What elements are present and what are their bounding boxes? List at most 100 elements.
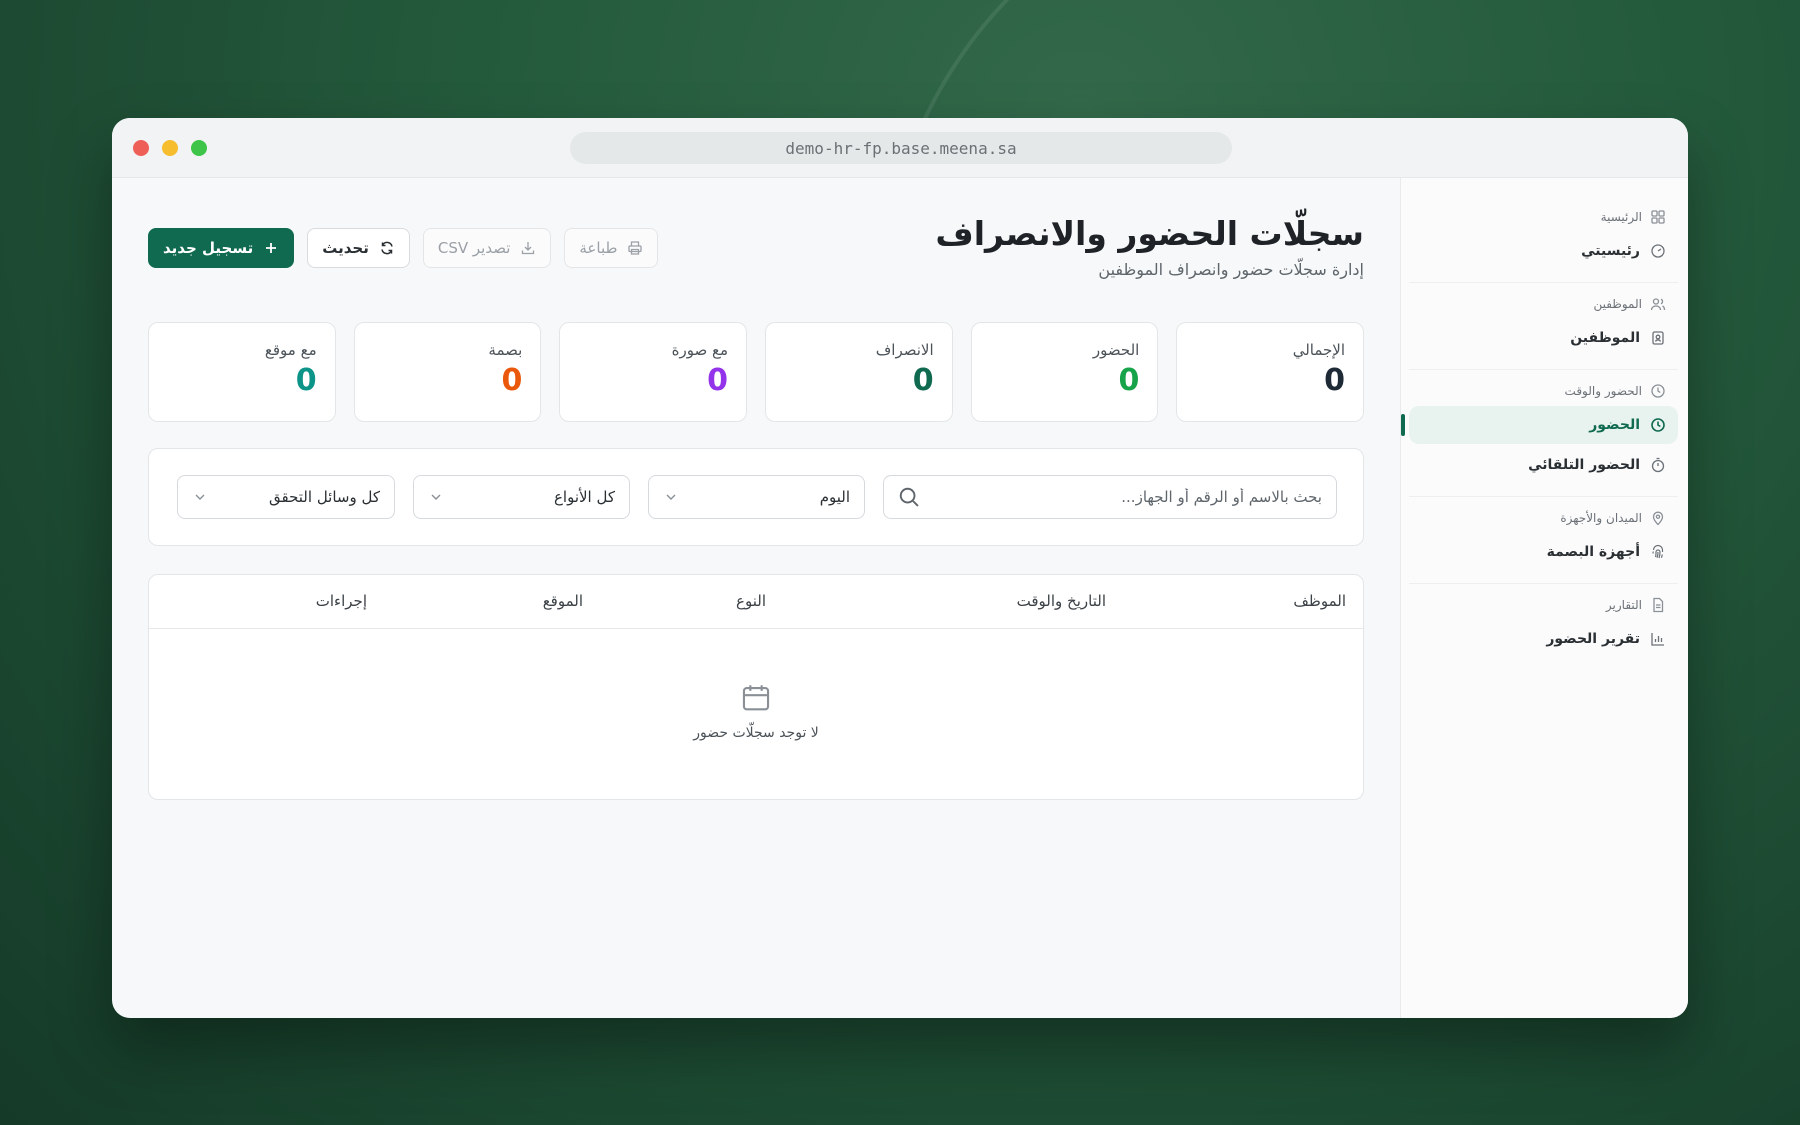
- stat-card-total: الإجمالي 0: [1176, 322, 1364, 422]
- main-content: سجلّات الحضور والانصراف إدارة سجلّات حضو…: [112, 178, 1400, 1018]
- page-heading-block: سجلّات الحضور والانصراف إدارة سجلّات حضو…: [935, 212, 1364, 279]
- search-input[interactable]: [920, 488, 1322, 506]
- file-icon: [1650, 597, 1666, 613]
- sidebar-item-attendance-report[interactable]: تقرير الحضور: [1409, 620, 1678, 658]
- stat-card-with-location: مع موقع 0: [147, 322, 336, 422]
- stat-value: 0: [912, 363, 934, 398]
- empty-state: لا توجد سجلّات حضور: [149, 629, 1363, 741]
- id-badge-icon: [1650, 330, 1666, 346]
- toolbar: طباعة تصدير CSV تحديث تسجيل جديد: [148, 228, 659, 268]
- sidebar-item-label: الموظفين: [1570, 330, 1640, 346]
- sidebar-item-label: رئيسيتي: [1581, 243, 1640, 259]
- verification-filter-value: كل وسائل التحقق: [269, 488, 380, 506]
- sidebar-heading: التقارير: [1409, 592, 1678, 618]
- new-record-button-label: تسجيل جديد: [163, 239, 254, 257]
- sidebar-group-attendance: الحضور والوقت الحضور الحضور التلقائي: [1401, 370, 1678, 497]
- calendar-icon: [739, 681, 773, 715]
- stat-label: مع صورة: [671, 341, 728, 359]
- sidebar: الرئيسية رئيسيتي الموظفين الموظفين الحضو…: [1400, 178, 1688, 1018]
- search-box[interactable]: [883, 475, 1337, 519]
- plus-icon: [263, 240, 279, 256]
- type-filter-select[interactable]: كل الأنواع: [413, 475, 630, 519]
- page-subtitle: إدارة سجلّات حضور وانصراف الموظفين: [1098, 260, 1364, 279]
- timer-icon: [1650, 457, 1666, 473]
- sidebar-group-reports: التقارير تقرير الحضور: [1409, 584, 1678, 670]
- download-icon: [520, 240, 536, 256]
- stat-value: 0: [1324, 363, 1345, 398]
- refresh-button[interactable]: تحديث: [307, 228, 410, 268]
- sidebar-heading: الميدان والأجهزة: [1409, 505, 1678, 531]
- sidebar-item-label: الحضور التلقائي: [1528, 457, 1640, 473]
- column-header-actions: إجراءات: [315, 592, 367, 610]
- sidebar-heading-label: الموظفين: [1593, 297, 1642, 311]
- sidebar-item-employees[interactable]: الموظفين: [1409, 319, 1678, 357]
- print-button[interactable]: طباعة: [564, 228, 659, 268]
- chevron-down-icon: [428, 489, 444, 505]
- sidebar-heading-label: الرئيسية: [1600, 210, 1642, 224]
- page-title: سجلّات الحضور والانصراف: [935, 214, 1364, 253]
- sidebar-heading: الموظفين: [1409, 291, 1678, 317]
- users-icon: [1650, 296, 1666, 312]
- clock-icon: [1650, 417, 1666, 433]
- sidebar-group-field-devices: الميدان والأجهزة أجهزة البصمة: [1409, 497, 1678, 584]
- search-icon: [898, 486, 920, 508]
- maximize-window-button[interactable]: [191, 140, 207, 156]
- stat-card-fingerprint: بصمة 0: [353, 322, 542, 422]
- export-csv-button[interactable]: تصدير CSV: [422, 228, 552, 268]
- sidebar-item-fingerprint-devices[interactable]: أجهزة البصمة: [1409, 533, 1678, 571]
- filters-panel: اليوم كل الأنواع كل وسائل التحقق: [148, 448, 1364, 546]
- title-bar: demo-hr-fp.base.meena.sa: [112, 118, 1688, 178]
- chevron-down-icon: [192, 489, 208, 505]
- stats-row: الإجمالي 0 الحضور 0 الانصراف 0 مع صورة 0…: [147, 322, 1364, 422]
- date-filter-select[interactable]: اليوم: [648, 475, 865, 519]
- date-filter-value: اليوم: [819, 488, 850, 506]
- sidebar-item-label: الحضور: [1589, 417, 1640, 433]
- sidebar-heading-label: الميدان والأجهزة: [1560, 511, 1642, 525]
- verification-filter-select[interactable]: كل وسائل التحقق: [177, 475, 395, 519]
- sidebar-group-employees: الموظفين الموظفين: [1409, 283, 1678, 370]
- refresh-icon: [379, 240, 395, 256]
- export-csv-button-label: تصدير CSV: [437, 239, 511, 257]
- sidebar-heading-label: التقارير: [1605, 598, 1642, 612]
- column-header-datetime[interactable]: التاريخ والوقت: [1017, 592, 1106, 610]
- column-header-employee[interactable]: الموظف: [1293, 592, 1346, 610]
- sidebar-item-label: أجهزة البصمة: [1546, 544, 1640, 560]
- column-header-type[interactable]: النوع: [736, 592, 766, 610]
- minimize-window-button[interactable]: [162, 140, 178, 156]
- fingerprint-icon: [1650, 544, 1666, 560]
- map-pin-icon: [1650, 510, 1666, 526]
- sidebar-item-my-home[interactable]: رئيسيتي: [1409, 232, 1678, 270]
- type-filter-value: كل الأنواع: [553, 488, 615, 506]
- sidebar-heading: الرئيسية: [1409, 204, 1678, 230]
- stat-card-with-photo: مع صورة 0: [559, 322, 747, 422]
- gauge-icon: [1650, 243, 1666, 259]
- stat-value: 0: [501, 363, 523, 398]
- page-header: سجلّات الحضور والانصراف إدارة سجلّات حضو…: [148, 212, 1364, 312]
- browser-window: demo-hr-fp.base.meena.sa الرئيسية رئيسيت…: [112, 118, 1688, 1018]
- empty-state-text: لا توجد سجلّات حضور: [693, 725, 819, 741]
- sidebar-heading-label: الحضور والوقت: [1564, 384, 1642, 398]
- stat-label: الانصراف: [875, 341, 934, 359]
- sidebar-item-attendance[interactable]: الحضور: [1401, 406, 1678, 444]
- chevron-down-icon: [663, 489, 679, 505]
- address-bar[interactable]: demo-hr-fp.base.meena.sa: [570, 132, 1232, 164]
- column-header-location[interactable]: الموقع: [543, 592, 583, 610]
- print-button-label: طباعة: [579, 239, 618, 257]
- sidebar-item-label: تقرير الحضور: [1546, 631, 1640, 647]
- sidebar-item-auto-attendance[interactable]: الحضور التلقائي: [1409, 446, 1678, 484]
- refresh-button-label: تحديث: [322, 239, 369, 257]
- stat-label: مع موقع: [264, 341, 317, 359]
- sidebar-heading: الحضور والوقت: [1409, 378, 1678, 404]
- stat-value: 0: [707, 363, 728, 398]
- bar-chart-icon: [1650, 631, 1666, 647]
- stat-label: بصمة: [488, 341, 523, 359]
- new-record-button[interactable]: تسجيل جديد: [148, 228, 295, 268]
- close-window-button[interactable]: [133, 140, 149, 156]
- stat-card-check-out: الانصراف 0: [764, 322, 953, 422]
- stat-value: 0: [1118, 363, 1140, 398]
- sidebar-group-home: الرئيسية رئيسيتي: [1409, 196, 1678, 283]
- stat-label: الحضور: [1092, 341, 1140, 359]
- stat-card-check-in: الحضور 0: [970, 322, 1159, 422]
- clock-icon: [1650, 383, 1666, 399]
- attendance-table: الموظف التاريخ والوقت النوع الموقع إجراء…: [148, 574, 1364, 800]
